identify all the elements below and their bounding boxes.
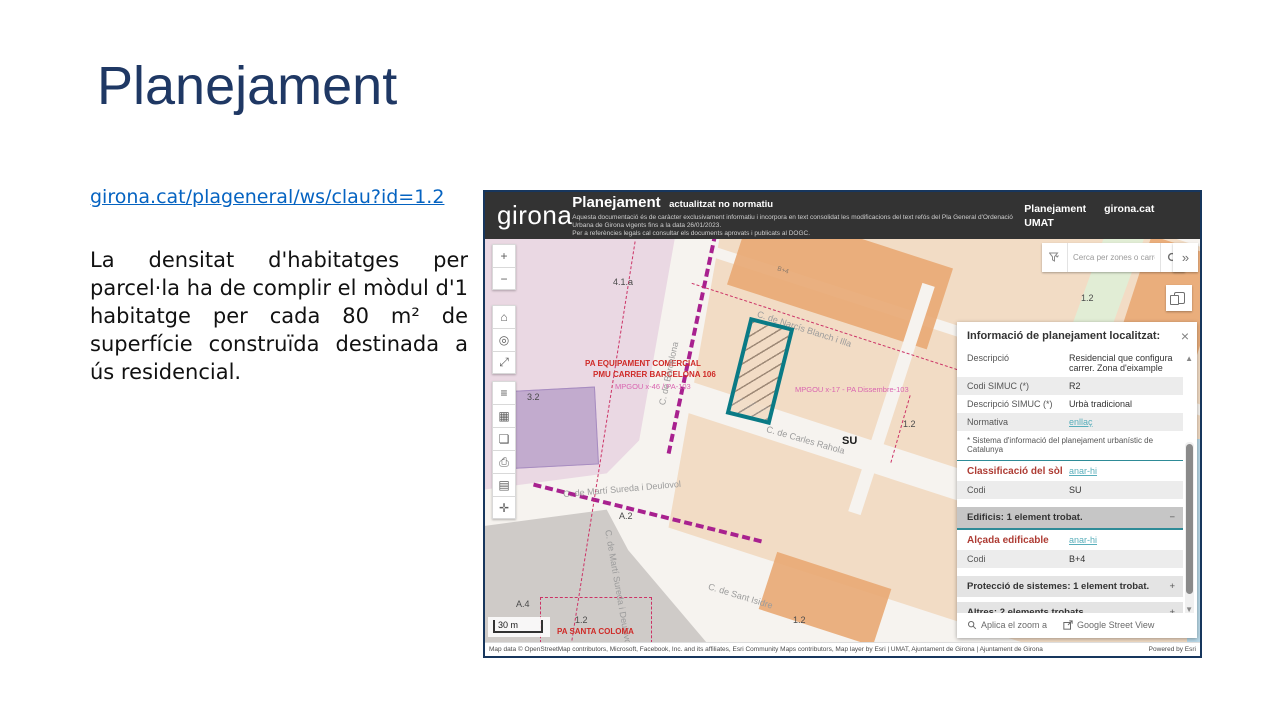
panel-rows: Descripció Residencial que configura car… (957, 349, 1183, 623)
basemap-button[interactable]: ▦ (492, 404, 516, 427)
normativa-link[interactable]: enllaç (1069, 417, 1179, 427)
disclaimer-line-1: Aquesta documentació és de caràcter excl… (572, 214, 1024, 230)
zone-label: 4.1.a (613, 277, 633, 287)
locate-button[interactable]: ◎ (492, 328, 516, 351)
table-row: Alçada edificable anar-hi (957, 530, 1183, 550)
group-header-label: Protecció de sistemes: 1 element trobat. (967, 581, 1149, 592)
pa-equipament-label: PA EQUIPAMENT COMERCIAL (585, 359, 701, 368)
extent-button[interactable]: ⤢ (492, 351, 516, 374)
row-label: Codi SIMUC (*) (967, 381, 1069, 391)
print-button[interactable]: ⎙ (492, 450, 516, 473)
layers-button[interactable]: ❏ (492, 427, 516, 450)
scrollbar-thumb[interactable] (1186, 444, 1193, 594)
group-header-label: Edificis: 1 element trobat. (967, 512, 1083, 523)
measure-button[interactable]: ▤ (492, 473, 516, 496)
powered-by-esri: Powered by Esri (1149, 646, 1196, 653)
reference-link[interactable]: girona.cat/plageneral/ws/clau?id=1.2 (90, 186, 444, 208)
map-attribution: Map data © OpenStreetMap contributors, M… (485, 642, 1200, 656)
collapse-icon[interactable]: − (1169, 512, 1175, 523)
zoom-out-button[interactable]: − (492, 267, 516, 290)
map-canvas[interactable]: 4.1.a 1.2 PA EQUIPAMENT COMERCIAL PMU CA… (485, 239, 1200, 642)
zone-label: 1.2 (793, 615, 806, 625)
row-value: SU (1069, 485, 1179, 495)
pmu-carrer-label: PMU CARRER BARCELONA 106 (593, 370, 716, 379)
body-text: La densitat d'habitatges per parcel·la h… (90, 246, 468, 386)
page-title: Planejament (97, 55, 397, 117)
zone-label: A.2 (619, 511, 633, 521)
pa-santa-coloma-label: PA SANTA COLOMA (557, 627, 634, 636)
map-screenshot: girona Planejament actualitzat no normat… (483, 190, 1202, 658)
search-input[interactable] (1068, 243, 1160, 272)
nav-umat[interactable]: UMAT (1024, 217, 1086, 229)
table-row: Normativa enllaç (957, 413, 1183, 431)
duplicate-view-button[interactable] (1166, 285, 1192, 311)
search-widget (1042, 243, 1185, 272)
info-panel: Informació de planejament localitzat: × … (957, 322, 1197, 638)
table-row: Codi SIMUC (*) R2 (957, 377, 1183, 395)
home-button[interactable]: ⌂ (492, 305, 516, 328)
apply-zoom-label: Aplica el zoom a (981, 620, 1047, 630)
scale-bar: 30 m (488, 617, 550, 637)
table-row: Descripció SIMUC (*) Urbà tradicional (957, 395, 1183, 413)
group-proteccio[interactable]: Protecció de sistemes: 1 element trobat.… (957, 576, 1183, 597)
girona-logo: girona (497, 200, 572, 231)
zone-label: 1.2 (1081, 293, 1094, 303)
table-row: Classificació del sòl anar-hi (957, 461, 1183, 481)
zoom-in-button[interactable]: + (492, 244, 516, 267)
nav-girona-cat[interactable]: girona.cat (1104, 203, 1154, 215)
search-filter-icon[interactable] (1042, 243, 1068, 272)
zoom-icon (967, 620, 977, 630)
row-value: B+4 (1069, 554, 1179, 564)
disclaimer-line-2: Per a referències legals cal consultar e… (572, 230, 1024, 238)
slide: Planejament girona.cat/plageneral/ws/cla… (0, 0, 1280, 720)
launch-icon (1063, 620, 1073, 630)
attribution-text: Map data © OpenStreetMap contributors, M… (489, 646, 1043, 653)
alcada-label: Alçada edificable (967, 535, 1069, 546)
panel-footnote: * Sistema d'informació del planejament u… (957, 431, 1183, 460)
row-label: Codi (967, 554, 1069, 564)
collapse-search-button[interactable]: » (1173, 243, 1198, 272)
classificacio-label: Classificació del sòl (967, 466, 1069, 477)
app-title: Planejament (572, 194, 660, 211)
panel-scrollbar[interactable] (1185, 442, 1194, 617)
su-label: SU (842, 435, 857, 447)
apply-zoom-action[interactable]: Aplica el zoom a (967, 620, 1047, 630)
row-value: Residencial que configura carrer. Zona d… (1069, 353, 1179, 373)
anar-hi-link[interactable]: anar-hi (1069, 535, 1097, 546)
app-nav: Planejament UMAT girona.cat (1024, 203, 1154, 229)
mpgou-label: MPGOU x-46 / PA-103 (615, 382, 691, 391)
row-label: Descripció (967, 353, 1069, 373)
scale-label: 30 m (498, 620, 518, 630)
close-icon[interactable]: × (1181, 330, 1189, 342)
row-label: Codi (967, 485, 1069, 495)
expand-icon[interactable]: + (1169, 581, 1175, 592)
scroll-up-icon[interactable]: ▲ (1185, 354, 1193, 363)
table-row: Codi B+4 (957, 550, 1183, 568)
app-subtitle: actualitzat no normatiu (669, 199, 773, 210)
panel-title: Informació de planejament localitzat: (967, 330, 1160, 342)
app-header: girona Planejament actualitzat no normat… (485, 192, 1200, 239)
nav-planejament[interactable]: Planejament (1024, 203, 1086, 215)
group-edificis[interactable]: Edificis: 1 element trobat. − (957, 507, 1183, 530)
zone-label: 1.2 (575, 615, 588, 625)
zone-label: A.4 (516, 599, 530, 609)
panel-footer: Aplica el zoom a Google Street View (957, 613, 1197, 638)
zone-label: 3.2 (527, 392, 540, 402)
street-view-action[interactable]: Google Street View (1063, 620, 1154, 630)
mpgou-label: MPGOU x-17 - PA Dissembre-103 (795, 385, 909, 394)
row-label: Descripció SIMUC (*) (967, 399, 1069, 409)
street-view-label: Google Street View (1077, 620, 1154, 630)
row-label: Normativa (967, 417, 1069, 427)
table-row: Codi SU (957, 481, 1183, 499)
row-value: Urbà tradicional (1069, 399, 1179, 409)
duplicate-view-icon (1174, 292, 1185, 304)
anar-hi-link[interactable]: anar-hi (1069, 466, 1097, 477)
app-titles: Planejament actualitzat no normatiu Aque… (572, 194, 1024, 238)
table-row: Descripció Residencial que configura car… (957, 349, 1183, 377)
row-value: R2 (1069, 381, 1179, 391)
zone-label: 1.2 (903, 419, 916, 429)
move-button[interactable]: ✛ (492, 496, 516, 519)
legend-button[interactable]: ≡ (492, 381, 516, 404)
